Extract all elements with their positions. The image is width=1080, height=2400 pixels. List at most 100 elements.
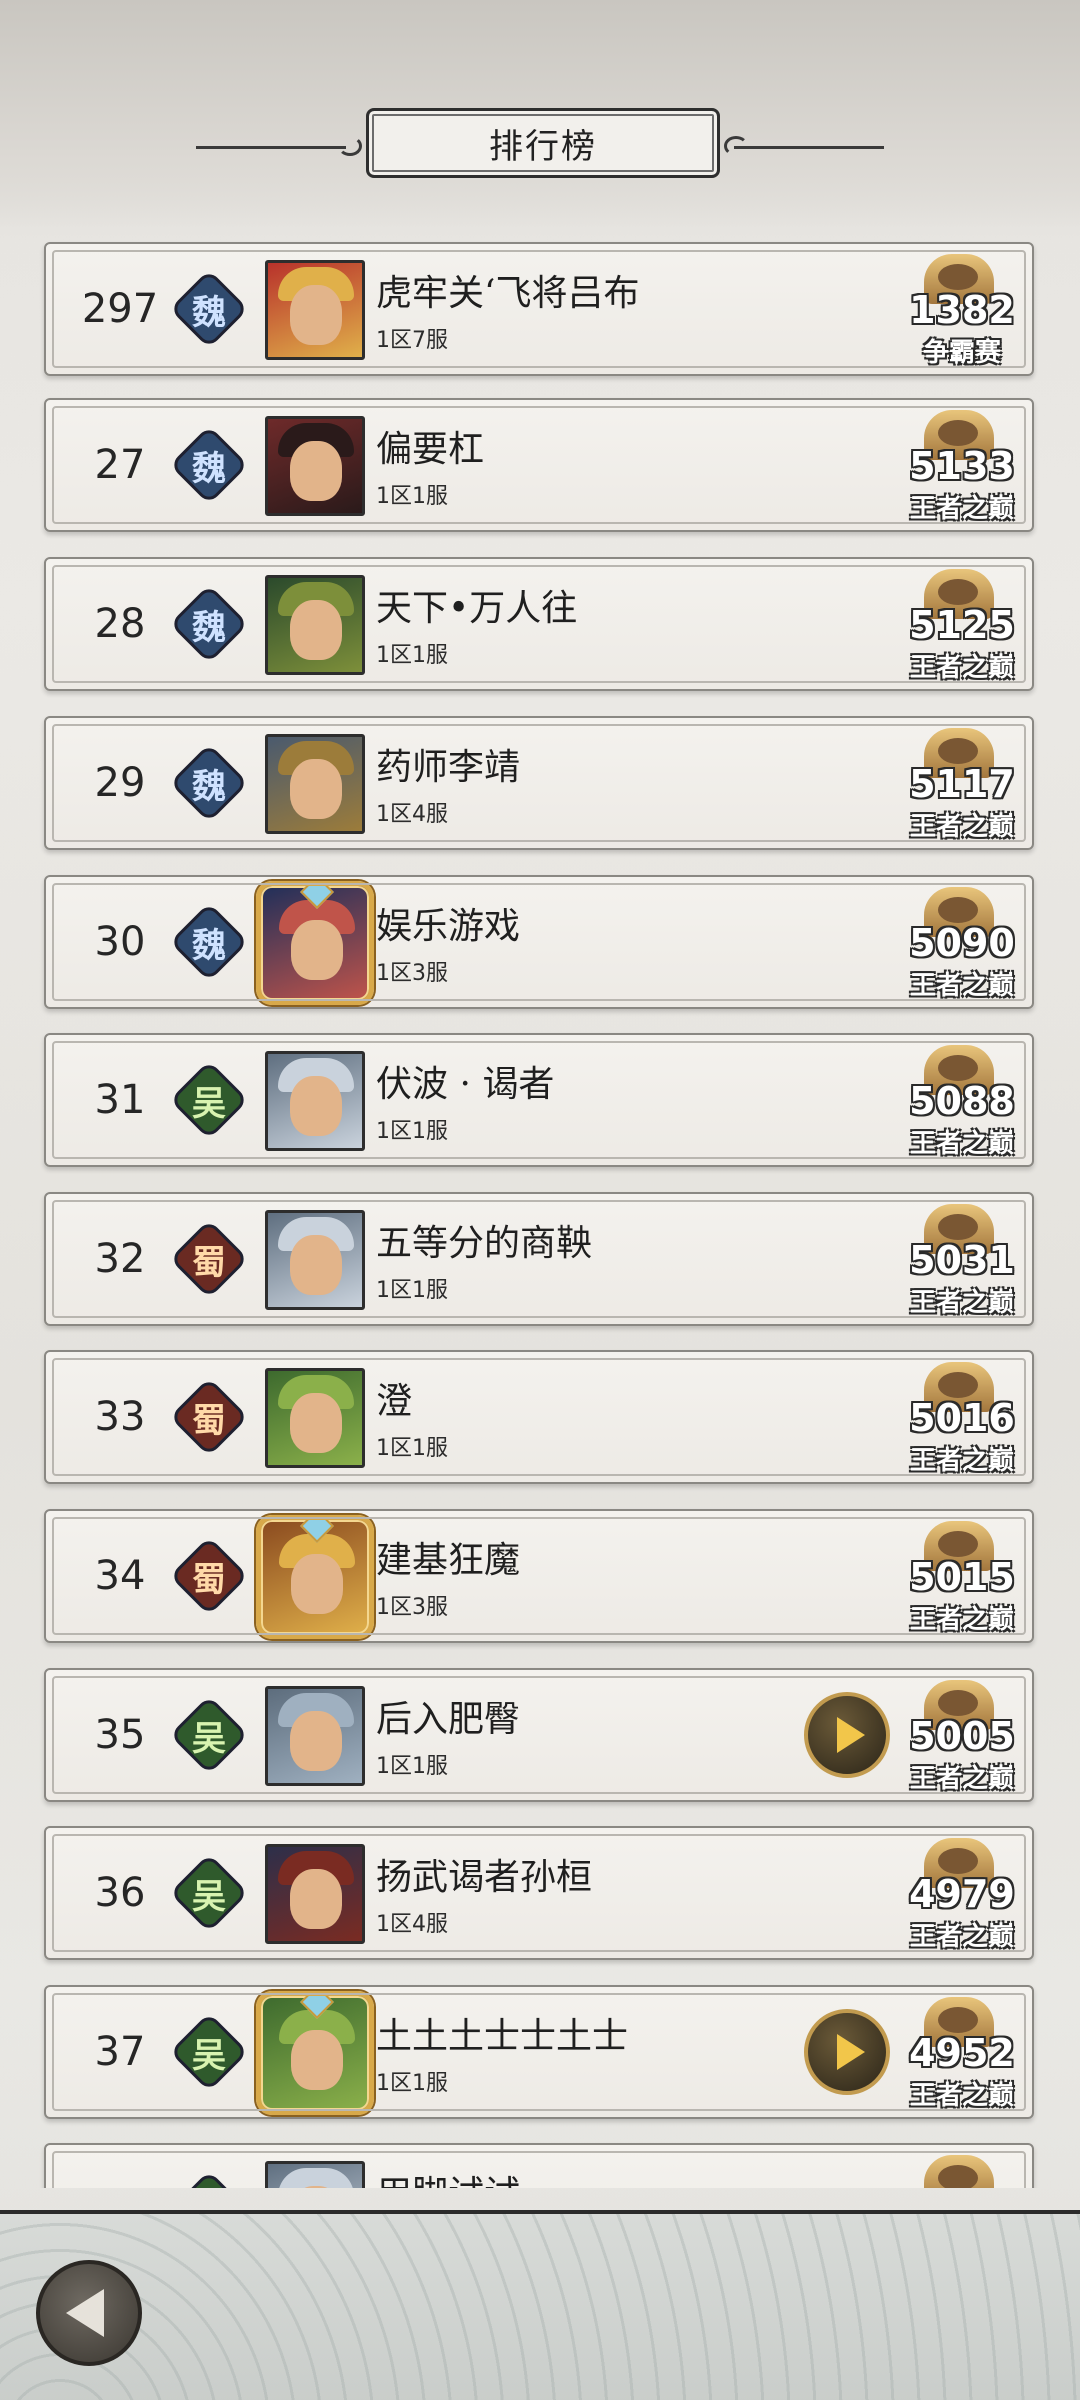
avatar-face — [290, 285, 342, 345]
player-avatar[interactable] — [256, 1991, 374, 2115]
play-icon — [837, 1717, 865, 1753]
score-badge: 5133 王者之巅 — [894, 402, 1030, 530]
score-value: 4952 — [909, 2031, 1015, 2075]
tier-label: 王者之巅 — [909, 1605, 1014, 1635]
player-avatar[interactable] — [265, 1210, 365, 1310]
faction-label: 蜀 — [192, 1559, 226, 1600]
faction-label: 吴 — [192, 1718, 226, 1759]
player-name: 用脚试试 — [376, 2165, 520, 2188]
player-avatar[interactable] — [265, 1844, 365, 1944]
avatar-face — [291, 920, 343, 980]
tier-label: 王者之巅 — [909, 1129, 1014, 1159]
tier-label: 王者之巅 — [909, 494, 1014, 524]
replay-button[interactable] — [804, 2009, 890, 2095]
leaderboard-row[interactable]: 37 吴 土土土士士土士 1区1服 4952 王者之巅 — [44, 1985, 1034, 2119]
leaderboard-row[interactable]: 35 吴 后入肥臀 1区1服 5005 王者之巅 — [44, 1668, 1034, 1802]
player-avatar[interactable] — [265, 1368, 365, 1468]
score-value: 5133 — [909, 444, 1015, 488]
server-label: 1区4服 — [376, 1912, 448, 1937]
faction-label: 魏 — [192, 448, 226, 489]
server-label: 1区1服 — [376, 1436, 448, 1461]
leaderboard-list[interactable]: 297 魏虎牢关‘飞将吕布 1区7服 1382 争霸赛 27 魏偏要杠 1区1服 5133 王者之… — [0, 238, 1080, 2188]
tier-label: 王者之巅 — [909, 2081, 1014, 2111]
score-badge: 5015 王者之巅 — [894, 1513, 1030, 1641]
player-avatar[interactable] — [265, 734, 365, 834]
faction-label: 蜀 — [192, 1242, 226, 1283]
page-title: 排行榜 — [489, 126, 597, 167]
rank-number: 34 — [94, 1553, 146, 1599]
rank-number: 33 — [94, 1394, 146, 1440]
leaderboard-row[interactable]: 34 蜀 建基狂魔 1区3服 5015 王者之巅 — [44, 1509, 1034, 1643]
leaderboard-row[interactable]: 32 蜀 五等分的商鞅 1区1服 5031 王者之巅 — [44, 1192, 1034, 1326]
faction-badge: 蜀 — [169, 1536, 249, 1616]
player-avatar[interactable] — [265, 260, 365, 360]
server-label: 1区1服 — [376, 1754, 448, 1779]
server-label: 1区1服 — [376, 643, 448, 668]
score-badge: 4950王者之巅 — [894, 2147, 1030, 2188]
server-label: 1区3服 — [376, 1595, 448, 1620]
tier-label: 王者之巅 — [909, 1922, 1014, 1952]
leaderboard-row[interactable]: 33 蜀 澄 1区1服 5016 王者之巅 — [44, 1350, 1034, 1484]
back-button[interactable] — [36, 2260, 142, 2366]
rank-number: 29 — [94, 760, 146, 806]
leaderboard-row[interactable]: 27 魏 偏要杠 1区1服 5133 王者之巅 — [44, 398, 1034, 532]
player-avatar[interactable] — [265, 1686, 365, 1786]
faction-badge: 魏 — [169, 902, 249, 982]
rank-number: 38 — [60, 2145, 180, 2188]
score-value: 5125 — [909, 603, 1015, 647]
tiger-crest-icon — [924, 2155, 994, 2188]
score-value: 5015 — [909, 1555, 1015, 1599]
faction-label: 魏 — [192, 925, 226, 966]
player-avatar[interactable] — [265, 575, 365, 675]
rank-number: 32 — [94, 1236, 146, 1282]
page-title-plaque: 排行榜 — [366, 108, 720, 178]
rank-number: 35 — [94, 1712, 146, 1758]
score-value: 4979 — [909, 1872, 1015, 1916]
faction-badge: 吴 — [169, 1695, 249, 1775]
leaderboard-row[interactable]: 30 魏 娱乐游戏 1区3服 5090 王者之巅 — [44, 875, 1034, 1009]
server-label: 1区1服 — [376, 484, 448, 509]
avatar-face — [290, 1076, 342, 1136]
faction-badge: 魏 — [169, 425, 249, 505]
faction-badge: 蜀 — [169, 1219, 249, 1299]
faction-label: 魏 — [192, 607, 226, 648]
player-avatar[interactable] — [256, 881, 374, 1005]
leaderboard-row[interactable]: 36 吴 扬武谒者孙桓 1区4服 4979 王者之巅 — [44, 1826, 1034, 1960]
faction-label: 魏 — [192, 292, 226, 333]
server-label: 1区1服 — [376, 1278, 448, 1303]
faction-badge: 吴 — [169, 1853, 249, 1933]
replay-button[interactable] — [804, 1692, 890, 1778]
player-avatar[interactable] — [256, 1515, 374, 1639]
player-avatar[interactable] — [265, 2161, 365, 2188]
leaderboard-row[interactable]: 28 魏 天下•万人往 1区1服 5125 王者之巅 — [44, 557, 1034, 691]
player-name: 娱乐游戏 — [376, 906, 521, 947]
rank-number: 297 — [81, 286, 159, 332]
leaderboard-row[interactable]: 38吴用脚试试1区1服4950王者之巅 — [44, 2143, 1034, 2188]
server-label: 1区1服 — [376, 1119, 448, 1144]
score-badge: 5016 王者之巅 — [894, 1354, 1030, 1482]
player-avatar[interactable] — [265, 416, 365, 516]
score-badge: 5031 王者之巅 — [894, 1196, 1030, 1324]
player-avatar[interactable] — [265, 1051, 365, 1151]
avatar-headgear — [278, 2168, 354, 2188]
rank-number: 28 — [94, 601, 146, 647]
player-name: 药师李靖 — [376, 747, 521, 788]
score-value: 5117 — [909, 762, 1015, 806]
score-badge: 4952 王者之巅 — [894, 1989, 1030, 2117]
score-badge: 5005 王者之巅 — [894, 1672, 1030, 1800]
leaderboard-row[interactable]: 31 吴 伏波 · 谒者 1区1服 5088 王者之巅 — [44, 1033, 1034, 1167]
score-value: 5016 — [909, 1396, 1015, 1440]
player-name: 土土土士士土士 — [376, 2016, 629, 2057]
score-badge: 5117 王者之巅 — [894, 720, 1030, 848]
score-value: 5031 — [909, 1238, 1015, 1282]
player-name: 虎牢关‘飞将吕布 — [376, 273, 640, 314]
leaderboard-row[interactable]: 29 魏 药师李靖 1区4服 5117 王者之巅 — [44, 716, 1034, 850]
faction-badge: 吴 — [169, 2012, 249, 2092]
player-name: 偏要杠 — [376, 429, 485, 470]
my-rank-row[interactable]: 297 魏 虎牢关‘飞将吕布 1区7服 1382 争霸赛 — [44, 242, 1034, 376]
server-label: 1区4服 — [376, 802, 448, 827]
avatar-face — [290, 1869, 342, 1929]
score-badge: 4979 王者之巅 — [894, 1830, 1030, 1958]
score-badge: 5088 王者之巅 — [894, 1037, 1030, 1165]
title-ornament-left — [196, 146, 346, 149]
